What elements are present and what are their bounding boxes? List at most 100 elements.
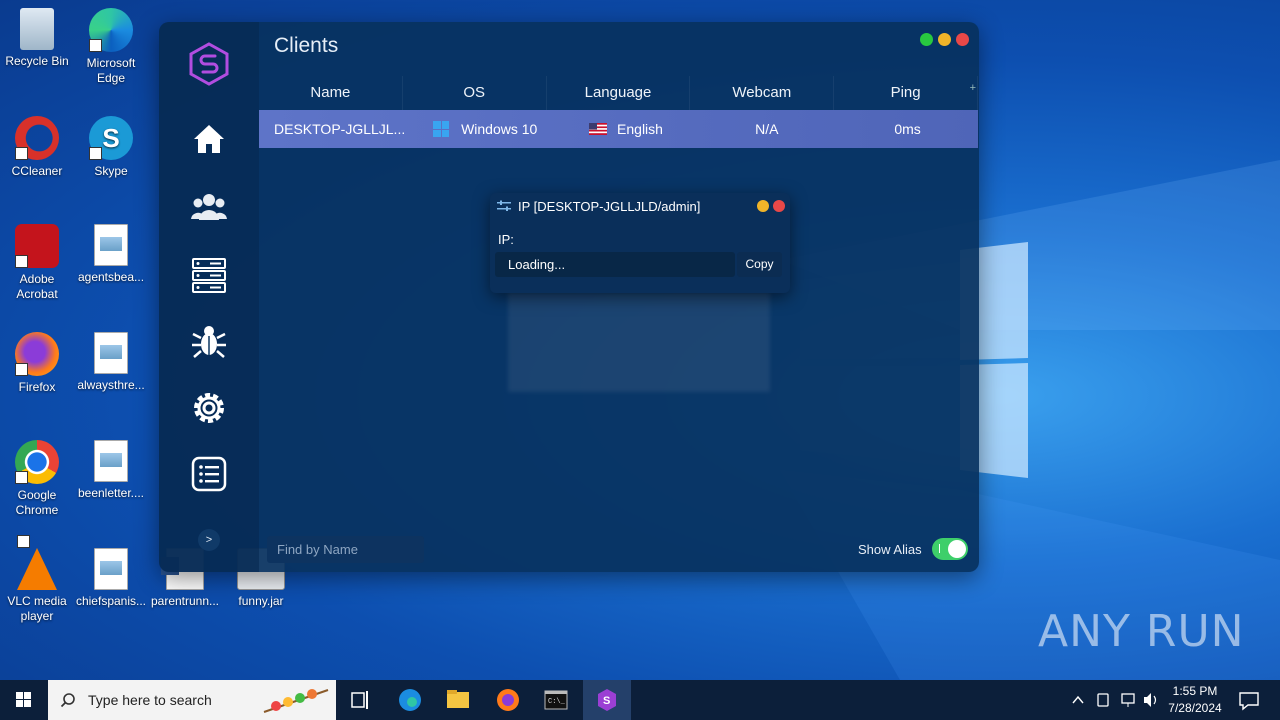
desktop-icon-adobe-acrobat[interactable]: Adobe Acrobat [0, 224, 74, 302]
desktop-icon-vlc[interactable]: VLC media player [0, 535, 74, 624]
us-flag-icon [589, 123, 608, 135]
image-file-icon [94, 332, 128, 374]
task-view-icon[interactable] [336, 680, 384, 720]
svg-text:S: S [603, 695, 610, 707]
system-tray-icons[interactable] [1068, 680, 1158, 720]
desktop-icon-file[interactable]: agentsbea... [74, 224, 148, 285]
edge-taskbar-icon[interactable] [386, 680, 434, 720]
column-header-language[interactable]: Language [547, 76, 691, 110]
column-header-webcam[interactable]: Webcam [690, 76, 835, 110]
clock-time: 1:55 PM [1172, 684, 1218, 698]
os-label: Windows 10 [461, 121, 538, 137]
close-button[interactable] [956, 33, 969, 46]
dialog-close-button[interactable] [773, 200, 785, 212]
app-taskbar-icon[interactable]: S [583, 680, 631, 720]
taskbar-clock[interactable]: 1:55 PM 7/28/2024 [1160, 683, 1230, 717]
desktop-icon-edge[interactable]: Microsoft Edge [74, 8, 148, 86]
taskbar-search-placeholder: Type here to search [88, 692, 212, 708]
ip-label: IP: [498, 232, 514, 247]
edge-icon [89, 8, 133, 52]
desktop-icon-file[interactable]: chiefspanis... [74, 548, 148, 609]
desktop-icon-chrome[interactable]: Google Chrome [0, 440, 74, 518]
ccleaner-icon [15, 116, 59, 160]
find-by-name-input[interactable] [267, 536, 424, 563]
anyrun-watermark: ANY RUN [1038, 606, 1245, 657]
column-header-ping[interactable]: Ping [834, 76, 978, 110]
dialog-minimize-button[interactable] [757, 200, 769, 212]
copy-button[interactable]: Copy [737, 252, 782, 277]
desktop-icon-label: funny.jar [238, 594, 284, 608]
windows-start-icon[interactable] [0, 680, 48, 720]
show-alias-toggle[interactable] [932, 538, 968, 560]
show-alias-label: Show Alias [858, 542, 922, 557]
desktop-icon-file[interactable]: alwaysthre... [74, 332, 148, 393]
cell-os: Windows 10 [415, 121, 556, 137]
image-file-icon [94, 440, 128, 482]
add-column-icon[interactable]: + [970, 82, 976, 94]
app-logo-icon [189, 42, 229, 86]
firefox-taskbar-icon[interactable] [484, 680, 532, 720]
skype-icon: S [89, 116, 133, 160]
desktop-icon-label: Microsoft Edge [86, 56, 136, 85]
desktop-icon-label: Skype [94, 164, 128, 178]
desktop-icon-label: parentrunn... [150, 594, 220, 608]
language-label: English [617, 121, 663, 137]
list-icon[interactable] [190, 455, 228, 493]
chrome-icon [15, 440, 59, 484]
ip-value-field[interactable]: Loading... [495, 252, 735, 277]
cell-ping: 0ms [894, 121, 921, 137]
window-controls [915, 33, 969, 51]
windows-logo-icon [433, 121, 450, 137]
sliders-icon [497, 200, 511, 211]
clock-date: 7/28/2024 [1168, 701, 1222, 715]
desktop-icon-label: Adobe Acrobat [16, 272, 58, 301]
cell-language: English [556, 121, 697, 137]
firefox-icon [15, 332, 59, 376]
desktop-icon-label: chiefspanis... [75, 594, 147, 608]
users-icon[interactable] [190, 188, 228, 226]
desktop-icon-label: Recycle Bin [5, 54, 69, 68]
notifications-icon[interactable] [1234, 680, 1264, 720]
minimize-button[interactable] [938, 33, 951, 46]
sidebar: > [159, 22, 259, 572]
desktop-icon-label: Firefox [18, 380, 56, 394]
column-header-name[interactable]: Name [259, 76, 403, 110]
terminal-icon[interactable]: C:\_ [532, 680, 580, 720]
settings-gear-icon[interactable] [190, 389, 228, 427]
search-icon [60, 693, 75, 708]
desktop-icon-label: CCleaner [11, 164, 63, 178]
desktop-icon-label: alwaysthre... [77, 378, 145, 392]
image-file-icon [94, 548, 128, 590]
desktop-icon-recycle-bin[interactable]: Recycle Bin [0, 8, 74, 69]
desktop-icon-file[interactable]: beenletter.... [74, 440, 148, 501]
servers-icon[interactable] [190, 256, 228, 294]
cell-webcam: N/A [755, 121, 779, 137]
image-file-icon [94, 224, 128, 266]
clients-table: Name OS Language Webcam Ping + DESKTOP-J… [259, 76, 978, 148]
bug-icon[interactable] [190, 322, 228, 360]
maximize-button[interactable] [920, 33, 933, 46]
taskbar-search-box[interactable]: Type here to search [48, 680, 336, 720]
svg-text:C:\_: C:\_ [548, 698, 566, 706]
desktop-icon-ccleaner[interactable]: CCleaner [0, 116, 74, 179]
desktop-icon-label: beenletter.... [77, 486, 145, 500]
page-title: Clients [274, 34, 339, 57]
desktop-icon-label: VLC media player [7, 594, 67, 623]
column-header-os[interactable]: OS [403, 76, 547, 110]
desktop-icon-label: agentsbea... [77, 270, 145, 284]
table-header: Name OS Language Webcam Ping + [259, 76, 978, 110]
dialog-controls [753, 199, 785, 217]
file-explorer-icon[interactable] [434, 680, 482, 720]
desktop-icon-firefox[interactable]: Firefox [0, 332, 74, 395]
ip-dialog-title: IP [DESKTOP-JGLLJLD/admin] [518, 199, 701, 214]
taskbar: Type here to search C:\_ S 1:55 PM 7/28/… [0, 680, 1280, 720]
sidebar-expand-button[interactable]: > [198, 529, 220, 551]
search-highlight-icon [263, 689, 329, 713]
blurred-background-window [508, 292, 770, 392]
acrobat-icon [15, 224, 59, 268]
cell-name: DESKTOP-JGLLJL... [274, 121, 406, 137]
table-row[interactable]: DESKTOP-JGLLJL... Windows 10 English N/A… [259, 110, 978, 148]
vlc-icon [17, 535, 57, 590]
desktop-icon-skype[interactable]: S Skype [74, 116, 148, 179]
home-icon[interactable] [190, 120, 228, 158]
